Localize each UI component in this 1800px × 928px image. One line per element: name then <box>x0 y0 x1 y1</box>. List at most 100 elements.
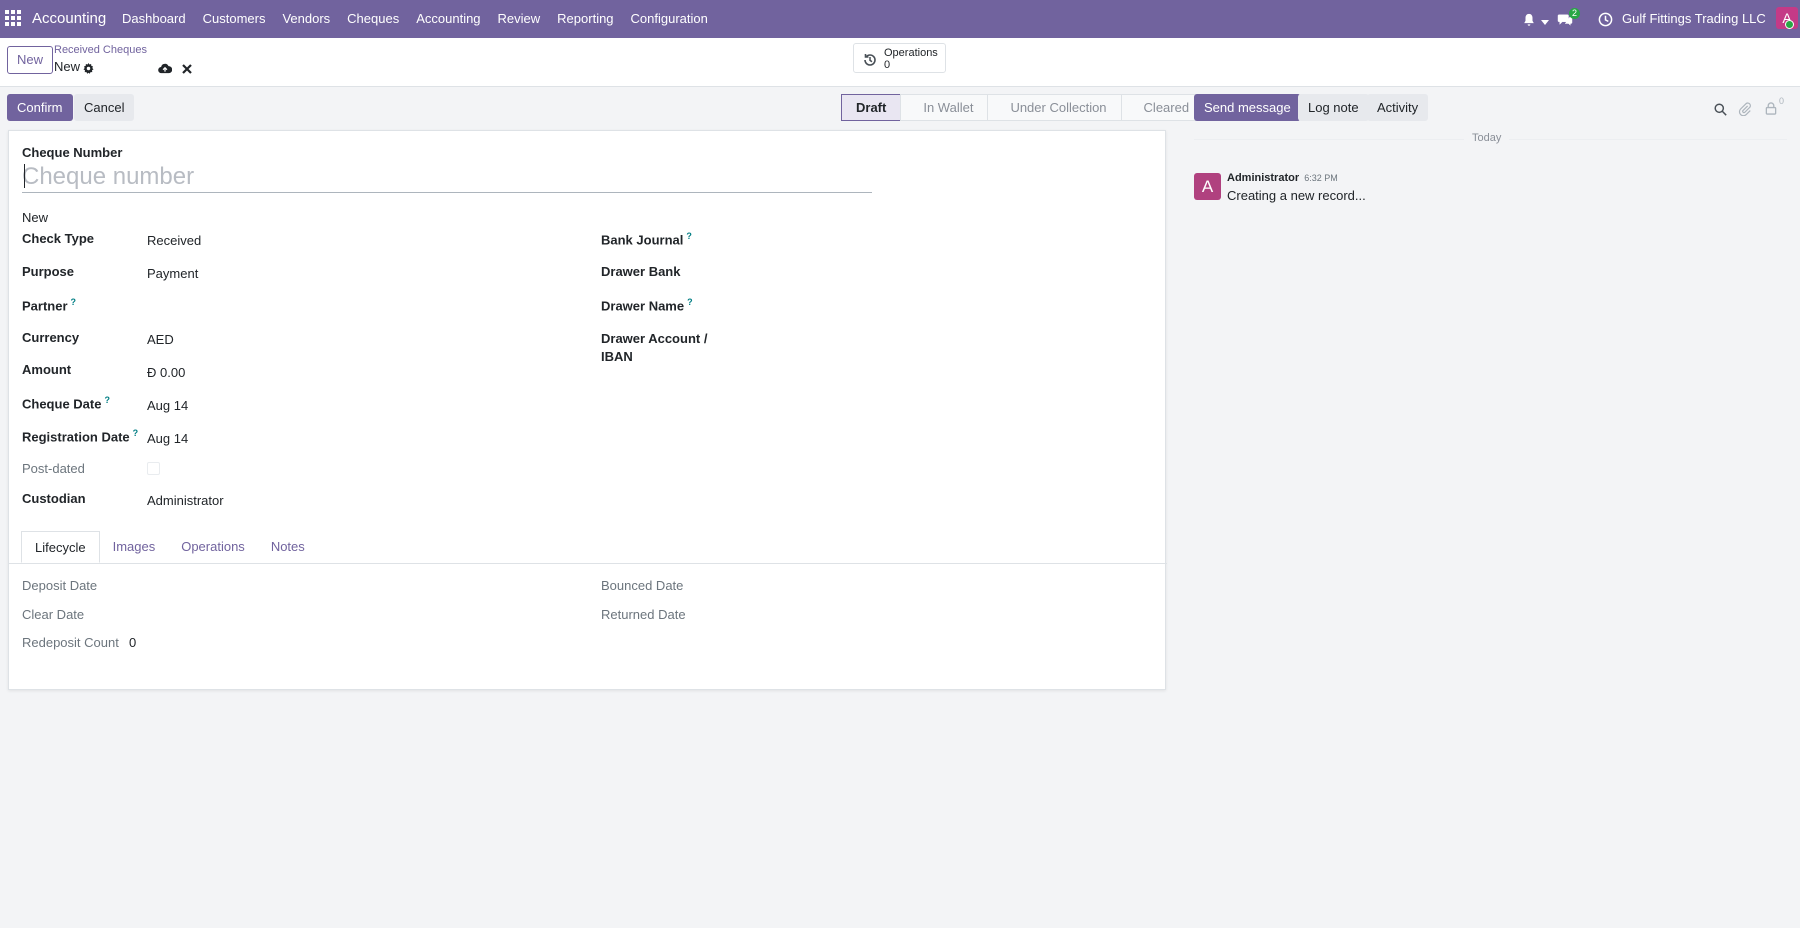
chevron-down-icon[interactable] <box>1541 14 1549 29</box>
app-name[interactable]: Accounting <box>32 10 106 27</box>
cheque-date-label: Cheque Date? <box>22 395 110 411</box>
amount-label: Amount <box>22 362 72 377</box>
smart-button-value: 0 <box>884 59 891 71</box>
date-separator: Today <box>1464 132 1510 144</box>
menu-item-configuration[interactable]: Configuration <box>631 11 708 26</box>
control-panel: New Received Cheques New Operations 0 <box>0 38 1800 87</box>
registration-date-field[interactable]: Aug 14 <box>147 431 188 446</box>
menu-item-review[interactable]: Review <box>498 11 541 26</box>
menu-item-cheques[interactable]: Cheques <box>347 11 399 26</box>
drawer-bank-field[interactable] <box>726 264 1146 282</box>
clear-date-label: Clear Date <box>22 607 85 622</box>
tab-lifecycle[interactable]: Lifecycle <box>21 531 100 563</box>
custodian-field[interactable]: Administrator <box>147 493 224 508</box>
online-status-dot <box>1785 20 1794 29</box>
followers-count: 0 <box>1779 96 1785 106</box>
custodian-label: Custodian <box>22 491 86 506</box>
activity-button[interactable]: Activity <box>1367 94 1429 121</box>
check-type-label: Check Type <box>22 231 95 246</box>
registration-date-label: Registration Date? <box>22 428 138 444</box>
stage-in-wallet[interactable]: In Wallet <box>900 94 989 121</box>
clock-activity-icon[interactable] <box>1598 11 1613 27</box>
operations-smart-button[interactable]: Operations 0 <box>853 43 946 73</box>
help-icon[interactable]: ? <box>687 297 693 307</box>
bank-journal-label: Bank Journal? <box>601 231 692 247</box>
tab-images[interactable]: Images <box>100 531 169 563</box>
tab-notes[interactable]: Notes <box>258 531 318 563</box>
send-message-button[interactable]: Send message <box>1194 94 1301 121</box>
menu-item-dashboard[interactable]: Dashboard <box>122 11 186 26</box>
purpose-label: Purpose <box>22 264 75 279</box>
menu-item-customers[interactable]: Customers <box>203 11 266 26</box>
messages-count-badge: 2 <box>1569 8 1581 19</box>
message-body: Creating a new record... <box>1227 188 1366 203</box>
save-cloud-icon[interactable] <box>158 60 172 75</box>
check-type-field[interactable]: Received <box>147 233 201 248</box>
amount-field[interactable]: Đ 0.00 <box>147 365 185 380</box>
search-icon[interactable] <box>1714 101 1727 116</box>
apps-menu-icon[interactable] <box>5 10 21 26</box>
breadcrumb-current: New <box>54 59 81 74</box>
message-author[interactable]: Administrator <box>1227 172 1299 184</box>
breadcrumb-parent[interactable]: Received Cheques <box>54 44 147 56</box>
help-icon[interactable]: ? <box>686 231 692 241</box>
cheque-date-field[interactable]: Aug 14 <box>147 398 188 413</box>
top-navbar: Accounting Dashboard Customers Vendors C… <box>0 0 1800 38</box>
drawer-name-field[interactable] <box>726 297 1146 315</box>
log-note-button[interactable]: Log note <box>1298 94 1369 121</box>
notebook-tabs: Lifecycle Images Operations Notes <box>21 531 318 563</box>
drawer-name-label: Drawer Name? <box>601 297 693 313</box>
company-switcher[interactable]: Gulf Fittings Trading LLC <box>1622 11 1766 26</box>
cheque-number-label: Cheque Number <box>22 145 123 160</box>
message-author-avatar[interactable]: A <box>1194 173 1221 200</box>
history-icon <box>862 51 878 68</box>
returned-date-label: Returned Date <box>601 607 686 622</box>
message-avatar-letter: A <box>1201 177 1214 196</box>
record-state-text: New <box>22 210 49 225</box>
message-header: Administrator 6:32 PM <box>1227 172 1338 184</box>
cheque-date-label-text: Cheque Date <box>22 396 102 412</box>
redeposit-count-value: 0 <box>129 635 137 650</box>
message-time: 6:32 PM <box>1304 173 1338 183</box>
post-dated-label: Post-dated <box>22 461 85 476</box>
registration-date-label-text: Registration Date <box>22 429 130 445</box>
status-bar: Draft In Wallet Under Collection Cleared <box>841 94 1205 121</box>
chatter-panel: Send message Log note Activity 0 Today A… <box>1187 88 1800 928</box>
confirm-button[interactable]: Confirm <box>7 94 73 121</box>
help-icon[interactable]: ? <box>133 428 139 438</box>
post-dated-checkbox[interactable] <box>147 462 160 475</box>
cheque-number-input[interactable] <box>22 161 872 193</box>
cancel-button[interactable]: Cancel <box>74 94 135 121</box>
currency-label: Currency <box>22 330 80 345</box>
bounced-date-label: Bounced Date <box>601 578 684 593</box>
bank-journal-field[interactable] <box>726 231 1146 249</box>
currency-field[interactable]: AED <box>147 332 174 347</box>
discard-close-icon[interactable] <box>182 60 192 75</box>
gear-icon[interactable] <box>83 60 94 75</box>
main-menu: Dashboard Customers Vendors Cheques Acco… <box>122 11 725 26</box>
followers-lock-icon[interactable] <box>1765 100 1777 115</box>
paperclip-icon[interactable] <box>1738 100 1752 116</box>
new-record-button[interactable]: New <box>7 46 54 74</box>
form-sheet: Cheque Number New Check Type Received Pu… <box>8 130 1167 690</box>
partner-field[interactable] <box>147 297 567 315</box>
text-caret <box>24 164 25 188</box>
drawer-account-label-line1: Drawer Account / <box>601 331 708 346</box>
tab-operations[interactable]: Operations <box>168 531 258 563</box>
deposit-date-label: Deposit Date <box>22 578 98 593</box>
stage-draft[interactable]: Draft <box>841 94 902 121</box>
drawer-account-label-line2: IBAN <box>601 349 633 364</box>
stage-under-collection[interactable]: Under Collection <box>987 94 1122 121</box>
menu-item-vendors[interactable]: Vendors <box>282 11 330 26</box>
drawer-bank-label: Drawer Bank <box>601 264 681 279</box>
menu-item-reporting[interactable]: Reporting <box>557 11 613 26</box>
tabs-divider <box>9 563 1167 564</box>
drawer-account-field[interactable] <box>726 330 1146 348</box>
purpose-field[interactable]: Payment <box>147 266 198 281</box>
redeposit-count-label: Redeposit Count <box>22 635 119 650</box>
help-icon[interactable]: ? <box>71 297 77 307</box>
menu-item-accounting[interactable]: Accounting <box>416 11 480 26</box>
help-icon[interactable]: ? <box>104 395 110 405</box>
notification-bell-icon[interactable] <box>1522 11 1536 27</box>
drawer-name-label-text: Drawer Name <box>601 298 685 314</box>
